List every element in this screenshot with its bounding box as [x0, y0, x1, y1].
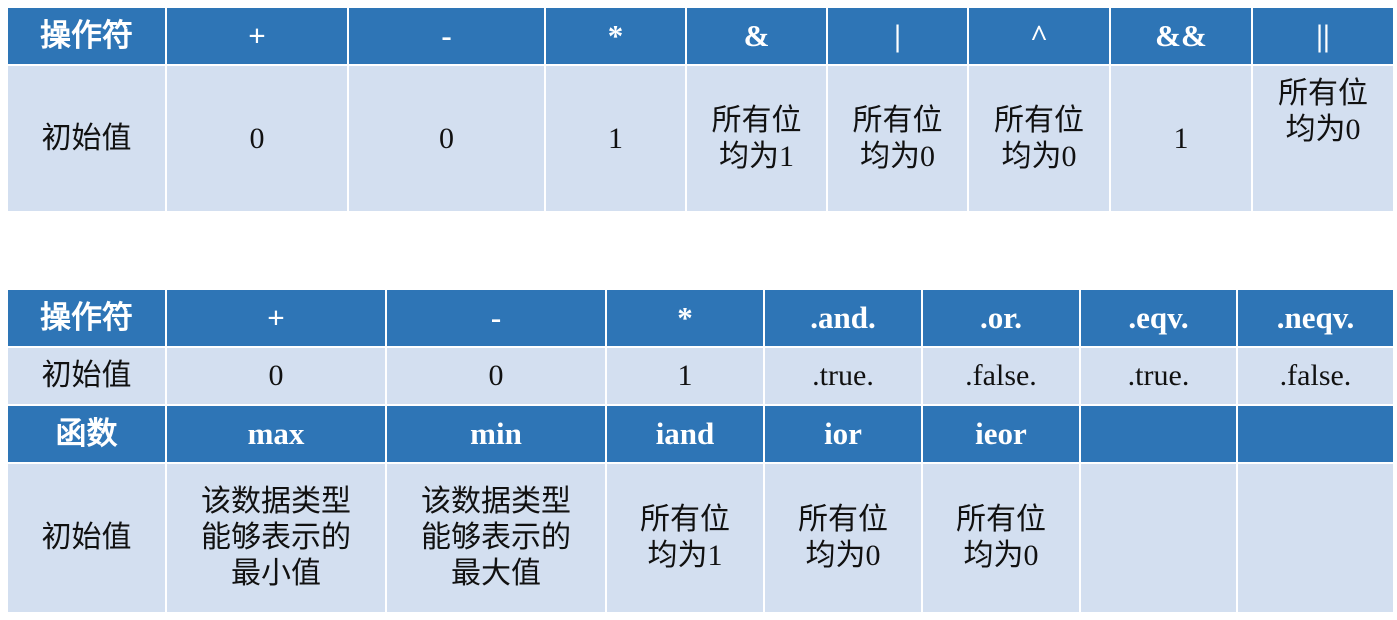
cell-line: 所有位 — [956, 503, 1046, 536]
value-cell-multiply: 1 — [605, 346, 765, 406]
value-cell-and: .true. — [763, 346, 923, 406]
cell-line: 0 — [249, 121, 265, 155]
header-cell-plus: + — [165, 288, 387, 348]
header-cell-or: .or. — [921, 288, 1081, 348]
value-cell-bitand: 所有位 均为1 — [685, 64, 828, 213]
row-label-initial-value: 初始值 — [6, 462, 167, 614]
header-cell-logical-and: && — [1109, 6, 1253, 66]
header-cell-operator-label: 操作符 — [6, 6, 167, 66]
value-cell-ieor: 所有位 均为0 — [921, 462, 1081, 614]
value-cell-empty — [1079, 462, 1238, 614]
cell-line: 所有位 — [640, 503, 730, 536]
header-cell-empty — [1236, 404, 1395, 464]
row-label-initial-value: 初始值 — [6, 64, 167, 213]
cell-line: 能够表示的 — [421, 521, 571, 554]
value-cell-eqv: .true. — [1079, 346, 1238, 406]
value-cell-minus: 0 — [385, 346, 607, 406]
header-cell-empty — [1079, 404, 1238, 464]
value-cell-ior: 所有位 均为0 — [763, 462, 923, 614]
value-cell-minus: 0 — [347, 64, 546, 213]
cell-line: 所有位 — [852, 103, 943, 137]
header-cell-bitor: | — [826, 6, 969, 66]
header-cell-minus: - — [347, 6, 546, 66]
cell-line: 1 — [608, 121, 623, 155]
header-cell-bitxor: ^ — [967, 6, 1111, 66]
cell-line: 该数据类型 — [421, 485, 571, 518]
value-cell-iand: 所有位 均为1 — [605, 462, 765, 614]
cell-line: 均为0 — [805, 539, 881, 572]
cell-line: 所有位 — [1278, 77, 1368, 110]
header-cell-and: .and. — [763, 288, 923, 348]
value-cell-logical-and: 1 — [1109, 64, 1253, 213]
cell-line: 均为0 — [1285, 113, 1361, 146]
cell-line: 最大值 — [451, 557, 541, 590]
cell-line: 均为0 — [1001, 139, 1077, 173]
value-cell-multiply: 1 — [544, 64, 687, 213]
cell-line: 初始值 — [41, 121, 132, 155]
header-cell-iand: iand — [605, 404, 765, 464]
header-cell-logical-or: || — [1251, 6, 1395, 66]
value-cell-plus: 0 — [165, 346, 387, 406]
row-label-initial-value: 初始值 — [6, 346, 167, 406]
cell-line: 所有位 — [798, 503, 888, 536]
header-cell-minus: - — [385, 288, 607, 348]
cell-line: 1 — [1173, 121, 1189, 155]
value-cell-min: 该数据类型 能够表示的 最大值 — [385, 462, 607, 614]
value-cell-bitxor: 所有位 均为0 — [967, 64, 1111, 213]
value-cell-empty — [1236, 462, 1395, 614]
header-cell-neqv: .neqv. — [1236, 288, 1395, 348]
header-cell-max: max — [165, 404, 387, 464]
header-cell-multiply: * — [605, 288, 765, 348]
cell-line: 该数据类型 — [201, 485, 351, 518]
value-cell-bitor: 所有位 均为0 — [826, 64, 969, 213]
value-cell-max: 该数据类型 能够表示的 最小值 — [165, 462, 387, 614]
header-cell-operator-label: 操作符 — [6, 288, 167, 348]
cell-line: 所有位 — [711, 103, 802, 137]
cell-line: 均为0 — [860, 139, 935, 173]
header-cell-function-label: 函数 — [6, 404, 167, 464]
value-cell-or: .false. — [921, 346, 1081, 406]
value-cell-plus: 0 — [165, 64, 349, 213]
header-cell-ieor: ieor — [921, 404, 1081, 464]
header-cell-min: min — [385, 404, 607, 464]
cell-line: 均为0 — [963, 539, 1039, 572]
header-cell-eqv: .eqv. — [1079, 288, 1238, 348]
header-cell-multiply: * — [544, 6, 687, 66]
cell-line: 0 — [439, 121, 454, 155]
operator-initial-value-table-1: 操作符 + - * & | ^ && || 初始值 0 0 1 所有位 均为1 所… — [6, 6, 1395, 213]
cell-line: 初始值 — [41, 521, 132, 554]
header-cell-bitand: & — [685, 6, 828, 66]
cell-line: 均为1 — [719, 139, 794, 173]
cell-line: 所有位 — [994, 103, 1084, 137]
header-cell-ior: ior — [763, 404, 923, 464]
value-cell-logical-or: 所有位 均为0 — [1251, 64, 1395, 213]
cell-line: 最小值 — [231, 557, 321, 590]
header-cell-plus: + — [165, 6, 349, 66]
cell-line: 均为1 — [647, 539, 723, 572]
operator-initial-value-table-2: 操作符 + - * .and. .or. .eqv. .neqv. 初始值 0 … — [6, 288, 1395, 614]
value-cell-neqv: .false. — [1236, 346, 1395, 406]
cell-line: 能够表示的 — [201, 521, 351, 554]
